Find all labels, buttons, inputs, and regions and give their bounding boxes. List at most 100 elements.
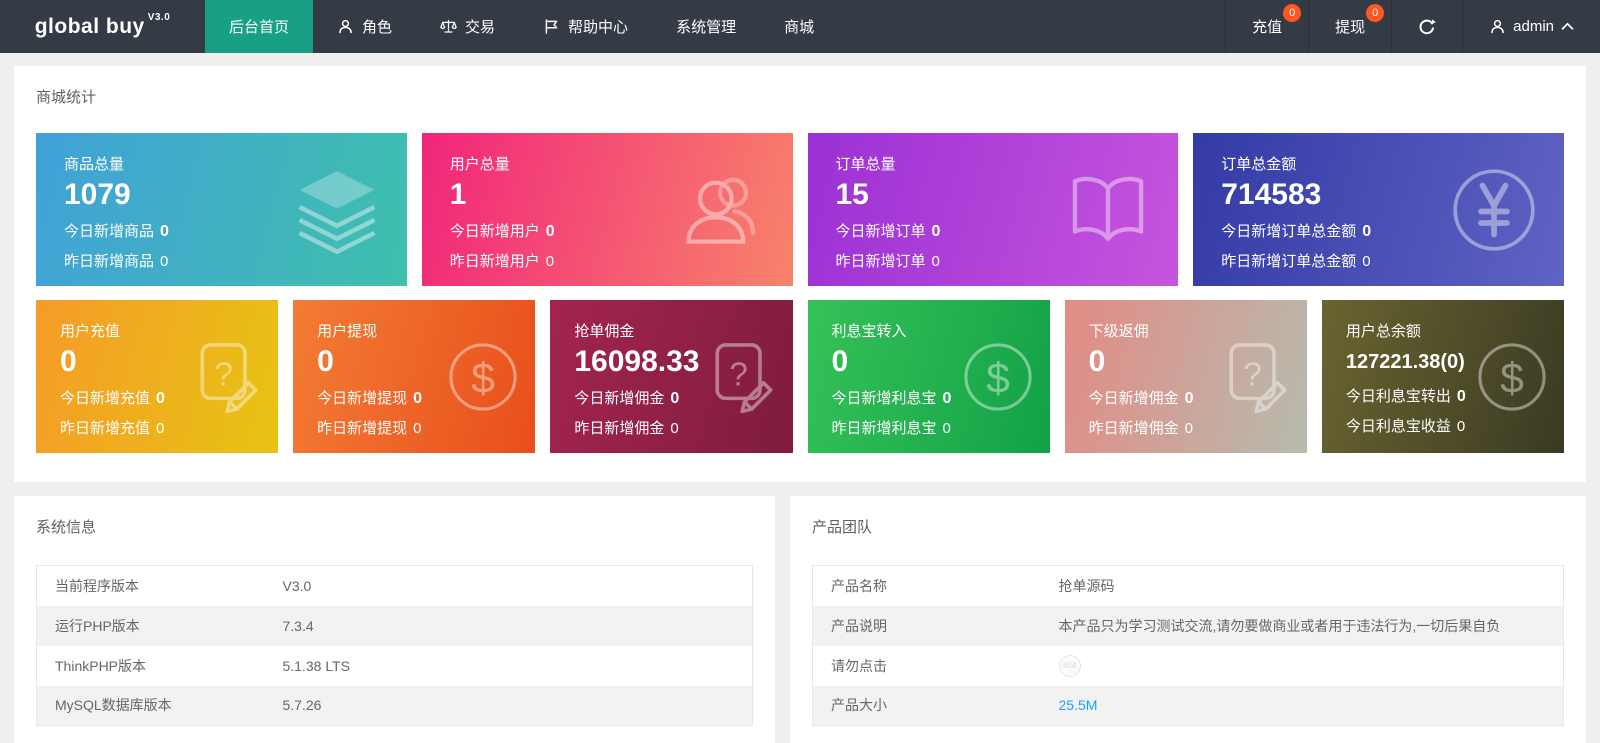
line-value: 0 [413,420,421,437]
product-team-table: 产品名称 抢单源码 产品说明 本产品只为学习测试交流,请勿要做商业或者用于违法行… [812,565,1564,726]
username: admin [1513,18,1554,35]
top-header: global buy V3.0 后台首页 角色 交易 帮助中心 系统管理 [0,0,1600,53]
withdraw-label: 提现 [1335,16,1365,37]
system-info-title: 系统信息 [36,516,753,537]
svg-text:$: $ [1500,354,1524,402]
stat-card-order-amount-total: 订单总金额 714583 今日新增订单总金额0 昨日新增订单总金额0 [1193,133,1564,286]
line-label: 今日利息宝收益 [1346,418,1451,435]
stat-card-user-recharge: 用户充值 0 今日新增充值0 昨日新增充值0 ? [36,300,278,453]
nav-item-help-center[interactable]: 帮助中心 [519,0,652,53]
dollar-circle-icon: $ [445,339,521,415]
nav-label: 商城 [784,16,814,37]
nav-label: 后台首页 [229,16,289,37]
nav-label: 交易 [465,16,495,37]
line-label: 今日新增订单总金额 [1221,223,1356,240]
recharge-badge: 0 [1283,4,1301,22]
chevron-up-icon [1561,22,1574,31]
row-label: MySQL数据库版本 [37,686,265,726]
svg-text:?: ? [729,356,748,393]
line-value: 0 [670,420,678,437]
withdraw-button[interactable]: 提现 0 [1308,0,1391,53]
line-value: 0 [1457,388,1466,405]
line-value: 0 [670,390,679,407]
line-value: 0 [943,420,951,437]
line-label: 今日新增商品 [64,223,154,240]
svg-text:$: $ [986,354,1010,402]
table-row: 产品大小 25.5M [813,686,1564,726]
bottom-panels: 系统信息 当前程序版本 V3.0 运行PHP版本 7.3.4 ThinkPHP版… [14,496,1586,743]
nav-item-mall[interactable]: 商城 [760,0,838,53]
row-value: 抢单源码 [1041,566,1564,606]
card-line-yesterday: 昨日新增利息宝0 [832,417,1034,438]
system-info-panel: 系统信息 当前程序版本 V3.0 运行PHP版本 7.3.4 ThinkPHP版… [14,496,775,743]
row-value: 25.5M [1041,686,1564,726]
row-label: 产品名称 [813,566,1041,606]
line-value: 0 [160,223,169,240]
table-row: 产品说明 本产品只为学习测试交流,请勿要做商业或者用于违法行为,一切后果自负 [813,606,1564,646]
badge-404[interactable]: 404 [1059,655,1081,677]
line-label: 今日新增利息宝 [832,390,937,407]
line-value: 0 [546,223,555,240]
line-label: 今日利息宝转出 [1346,388,1451,405]
book-icon [1062,164,1154,256]
stat-card-sub-rebate: 下级返佣 0 今日新增佣金0 昨日新增佣金0 ? [1065,300,1307,453]
user-menu[interactable]: admin [1462,0,1600,53]
nav-item-system-admin[interactable]: 系统管理 [652,0,760,53]
recharge-button[interactable]: 充值 0 [1225,0,1308,53]
refresh-button[interactable] [1391,0,1462,53]
product-team-panel: 产品团队 产品名称 抢单源码 产品说明 本产品只为学习测试交流,请勿要做商业或者… [790,496,1586,743]
doc-question-icon: ? [1217,339,1293,415]
table-row: 产品名称 抢单源码 [813,566,1564,606]
product-size-link[interactable]: 25.5M [1059,697,1098,713]
row-label: 产品大小 [813,686,1041,726]
row-value: 5.1.38 LTS [265,646,753,686]
card-line-yesterday: 今日利息宝收益 0 [1346,415,1548,436]
row-label: 当前程序版本 [37,566,265,606]
stat-card-orders-total: 订单总量 15 今日新增订单0 昨日新增订单0 [808,133,1179,286]
nav-label: 角色 [362,16,392,37]
row-value: 本产品只为学习测试交流,请勿要做商业或者用于违法行为,一切后果自负 [1041,606,1564,646]
line-label: 昨日新增佣金 [1089,420,1179,437]
line-value: 0 [156,390,165,407]
logo-version: V3.0 [148,12,171,23]
row-label: ThinkPHP版本 [37,646,265,686]
stats-row-2: 用户充值 0 今日新增充值0 昨日新增充值0 ? 用户提现 0 今日新增提现0 … [36,300,1564,453]
stat-card-user-balance-total: 用户总余额 127221.38(0) 今日利息宝转出0 今日利息宝收益0 $ [1322,300,1564,453]
line-label: 昨日新增用户 [450,253,540,270]
card-line-yesterday: 昨日新增佣金0 [574,417,776,438]
table-row: 运行PHP版本 7.3.4 [37,606,753,646]
line-label: 今日新增佣金 [1089,390,1179,407]
table-row: 请勿点击 404 [813,646,1564,686]
stat-card-user-withdraw: 用户提现 0 今日新增提现0 昨日新增提现0 $ [293,300,535,453]
app-logo[interactable]: global buy V3.0 [0,0,205,53]
nav-item-roles[interactable]: 角色 [313,0,416,53]
row-value: 5.7.26 [265,686,753,726]
product-team-title: 产品团队 [812,516,1564,537]
line-value: 0 [1457,418,1465,435]
nav-item-dashboard[interactable]: 后台首页 [205,0,313,53]
stat-card-goods-total: 商品总量 1079 今日新增商品0 昨日新增商品0 [36,133,407,286]
users-icon [677,164,769,256]
layers-icon [291,164,383,256]
mall-stats-panel: 商城统计 商品总量 1079 今日新增商品0 昨日新增商品0 用户总量 1 今日… [14,66,1586,482]
main-content: 商城统计 商品总量 1079 今日新增商品0 昨日新增商品0 用户总量 1 今日… [0,53,1600,743]
svg-text:?: ? [215,356,234,393]
row-label: 产品说明 [813,606,1041,646]
table-row: MySQL数据库版本 5.7.26 [37,686,753,726]
line-label: 昨日新增商品 [64,253,154,270]
line-value: 0 [546,253,554,270]
row-value: V3.0 [265,566,753,606]
line-value: 0 [1185,420,1193,437]
row-label: 请勿点击 [813,646,1041,686]
line-label: 今日新增充值 [60,390,150,407]
card-line-yesterday: 昨日新增佣金 0 [1089,417,1291,438]
nav-item-trade[interactable]: 交易 [416,0,519,53]
scale-icon [440,18,457,35]
system-info-table: 当前程序版本 V3.0 运行PHP版本 7.3.4 ThinkPHP版本 5.1… [36,565,753,726]
line-value: 0 [1185,390,1194,407]
line-label: 今日新增佣金 [574,390,664,407]
svg-text:?: ? [1243,356,1262,393]
line-value: 0 [1362,253,1370,270]
user-icon [337,18,354,35]
line-label: 今日新增用户 [450,223,540,240]
